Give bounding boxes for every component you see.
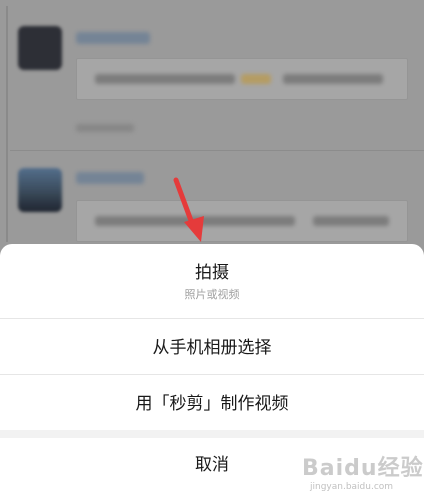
watermark-url: jingyan.baidu.com bbox=[310, 482, 394, 492]
miaojian-option[interactable]: 用「秒剪」制作视频 bbox=[0, 393, 424, 415]
album-option[interactable]: 从手机相册选择 bbox=[0, 337, 424, 359]
miaojian-label: 用「秒剪」制作视频 bbox=[135, 394, 289, 414]
watermark-brand: Baidu经验 bbox=[302, 456, 424, 481]
option-divider bbox=[0, 374, 424, 375]
section-gap bbox=[0, 430, 424, 438]
baidu-watermark: Baidu经验 jingyan.baidu.com bbox=[302, 446, 423, 500]
capture-hint: 照片或视频 bbox=[184, 288, 240, 301]
capture-label: 拍摄 bbox=[195, 263, 229, 283]
capture-option[interactable]: 拍摄 照片或视频 bbox=[0, 262, 424, 302]
option-divider bbox=[0, 318, 424, 319]
album-label: 从手机相册选择 bbox=[152, 338, 272, 358]
